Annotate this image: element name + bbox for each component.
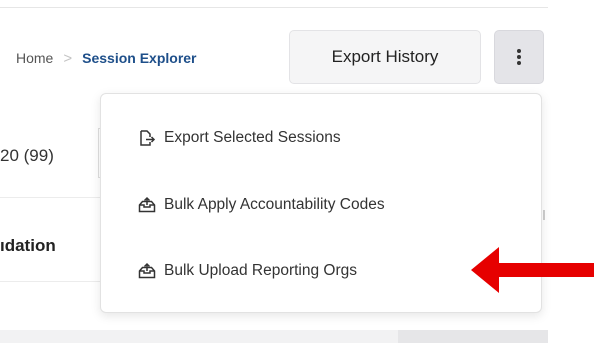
- breadcrumb: Home > Session Explorer: [16, 44, 197, 72]
- breadcrumb-home-link[interactable]: Home: [16, 50, 53, 66]
- background-column-edge: [543, 210, 545, 220]
- table-row-cell: [398, 330, 548, 343]
- background-divider: [0, 281, 100, 282]
- red-arrow-annotation-icon: [471, 247, 594, 293]
- menu-item-label: Bulk Upload Reporting Orgs: [164, 262, 357, 279]
- more-options-button[interactable]: [494, 30, 544, 84]
- upload-tray-icon: [138, 262, 156, 280]
- export-icon: [138, 129, 156, 147]
- column-header-fragment: ıdation: [0, 236, 56, 255]
- breadcrumb-separator-icon: >: [63, 49, 73, 67]
- top-divider: [0, 7, 548, 8]
- menu-item-bulk-apply-accountability-codes[interactable]: Bulk Apply Accountability Codes: [101, 183, 541, 227]
- menu-item-label: Export Selected Sessions: [164, 129, 341, 146]
- session-count-fragment: 20 (99): [0, 146, 54, 165]
- menu-item-label: Bulk Apply Accountability Codes: [164, 196, 385, 213]
- menu-item-export-selected-sessions[interactable]: Export Selected Sessions: [101, 116, 541, 160]
- breadcrumb-current-page[interactable]: Session Explorer: [82, 50, 196, 66]
- background-divider: [0, 197, 100, 198]
- kebab-vertical-icon: [517, 49, 521, 65]
- upload-tray-icon: [138, 196, 156, 214]
- export-history-button[interactable]: Export History: [289, 30, 481, 84]
